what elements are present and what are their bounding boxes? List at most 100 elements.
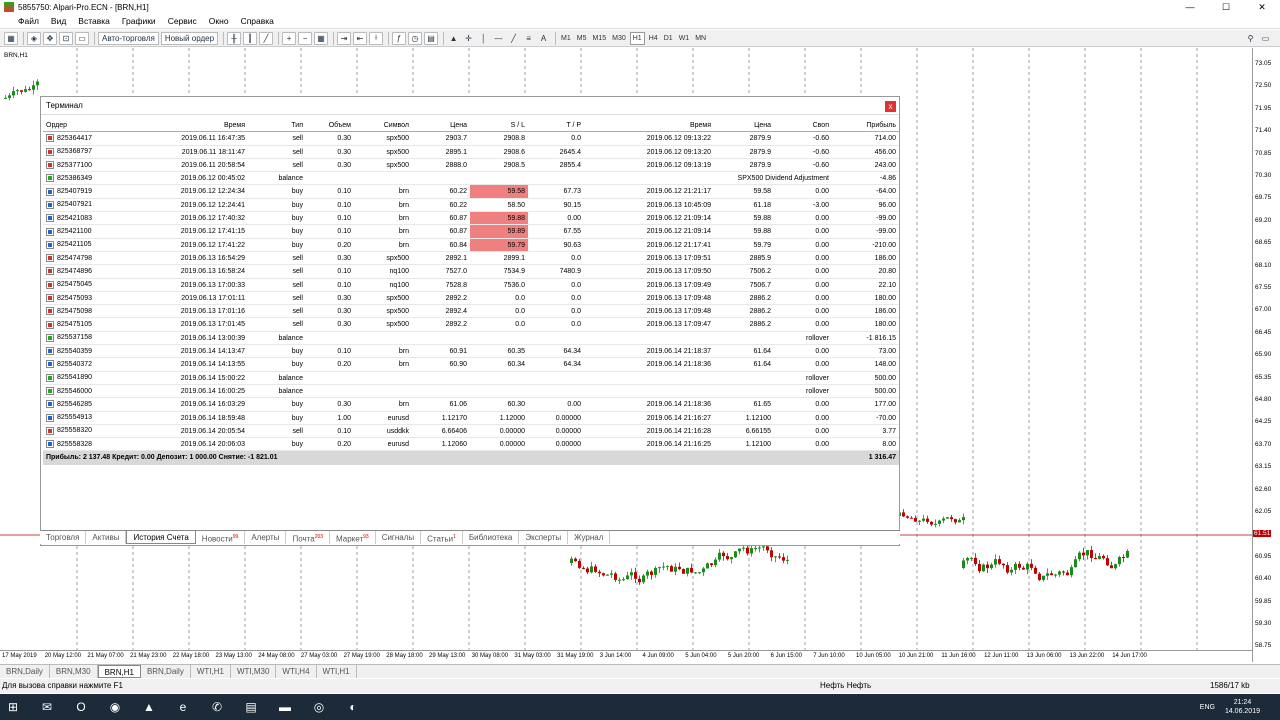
table-row[interactable]: 825558328 2019.06.14 20:06:03 buy 0.20 eurus… (43, 438, 899, 452)
col-sl[interactable]: S / L (470, 119, 528, 131)
tf-w1[interactable]: W1 (677, 32, 692, 45)
terminal-tab[interactable]: Маркет93 (330, 531, 376, 544)
col-swap[interactable]: Своп (774, 119, 832, 131)
chart-tab[interactable]: BRN,Daily (141, 665, 191, 678)
table-row[interactable]: 825474798 2019.06.13 16:54:29 sell 0.30 spx5… (43, 252, 899, 266)
col-profit[interactable]: Прибыль (832, 119, 899, 131)
lang-indicator[interactable]: ENG (1200, 704, 1215, 711)
windows-start-icon[interactable]: ⊞ (0, 694, 26, 720)
table-row[interactable]: 825386349 2019.06.12 00:45:02 balance SPX50… (43, 172, 899, 186)
cursor-icon[interactable]: ▲ (447, 32, 460, 45)
new-order-button[interactable]: Новый ордер (160, 31, 219, 45)
text-icon[interactable]: A (537, 32, 550, 45)
chart-tab[interactable]: BRN,M30 (50, 665, 98, 678)
browser-icon[interactable]: ◎ (306, 694, 332, 720)
terminal-close-button[interactable]: x (885, 101, 896, 112)
templates-icon[interactable]: ▤ (424, 31, 439, 45)
candle-chart-icon[interactable]: ┃ (243, 31, 258, 45)
col-symbol[interactable]: Символ (354, 119, 412, 131)
chart-tab[interactable]: WTI,H4 (276, 665, 317, 678)
table-row[interactable]: 825407919 2019.06.12 12:24:34 buy 0.10 brn 60… (43, 185, 899, 199)
table-row[interactable]: 825475093 2019.06.13 17:01:11 sell 0.30 spx5… (43, 292, 899, 306)
autotrading-button[interactable]: Авто-торговля (98, 31, 159, 45)
table-row[interactable]: 825475045 2019.06.13 17:00:33 sell 0.10 nq10… (43, 279, 899, 292)
maximize-button[interactable]: ☐ (1208, 0, 1244, 14)
edge-icon[interactable]: e (170, 694, 196, 720)
menu-tools[interactable]: Сервис (162, 16, 203, 26)
zoom-in-icon[interactable]: + (282, 31, 297, 45)
table-row[interactable]: 825364417 2019.06.11 16:47:35 sell 0.30 spx5… (43, 132, 899, 146)
clock[interactable]: 21:24 14.06.2019 (1225, 698, 1260, 716)
periods-icon[interactable]: ◷ (408, 31, 423, 45)
terminal-tab[interactable]: Библиотека (463, 531, 520, 544)
terminal-tab[interactable]: Торговля (40, 531, 87, 544)
table-row[interactable]: 825475105 2019.06.13 17:01:45 sell 0.30 spx5… (43, 318, 899, 332)
chrome-icon[interactable]: ◉ (102, 694, 128, 720)
terminal-tab[interactable]: История Счета (126, 531, 196, 544)
files-icon[interactable]: ▤ (238, 694, 264, 720)
hline-icon[interactable]: — (492, 32, 505, 45)
tf-m5[interactable]: M5 (575, 32, 589, 45)
line-chart-icon[interactable]: ╱ (259, 31, 274, 45)
col-tp[interactable]: T / P (528, 119, 584, 131)
menu-view[interactable]: Вид (45, 16, 72, 26)
search-icon[interactable]: ⚲ (1244, 32, 1257, 45)
table-row[interactable]: 825558320 2019.06.14 20:05:54 sell 0.10 usdd… (43, 425, 899, 439)
alpari-icon[interactable]: ◐ (340, 694, 366, 720)
menu-help[interactable]: Справка (235, 16, 280, 26)
opera-icon[interactable]: O (68, 694, 94, 720)
autoscroll-icon[interactable]: ⇥ (337, 31, 352, 45)
channel-icon[interactable]: ≡ (522, 32, 535, 45)
tf-m30[interactable]: M30 (610, 32, 628, 45)
chart-tab[interactable]: BRN,H1 (97, 665, 141, 678)
zoom-out-icon[interactable]: − (298, 31, 313, 45)
tf-m1[interactable]: M1 (559, 32, 573, 45)
trendline-icon[interactable]: ╱ (507, 32, 520, 45)
terminal-tab[interactable]: Новости99 (196, 531, 246, 544)
time-scale[interactable]: 17 May 2019 20 May 12:00 21 May 07:00 21 Ma… (0, 650, 1252, 662)
table-row[interactable]: 825407921 2019.06.12 12:24:41 buy 0.10 brn 60… (43, 199, 899, 213)
menu-charts[interactable]: Графики (116, 16, 162, 26)
chart-tab[interactable]: WTI,H1 (191, 665, 231, 678)
tf-m15[interactable]: M15 (591, 32, 609, 45)
terminal-tab[interactable]: Эксперты (519, 531, 569, 544)
table-row[interactable]: 825377100 2019.06.11 20:58:54 sell 0.30 spx5… (43, 159, 899, 173)
chart-tab[interactable]: WTI,M30 (231, 665, 277, 678)
table-row[interactable]: 825475098 2019.06.13 17:01:16 sell 0.30 spx5… (43, 305, 899, 319)
col-close-price[interactable]: Цена (714, 119, 774, 131)
status-profile[interactable]: Нефть Нефть (820, 679, 871, 693)
terminal-tab[interactable]: Активы (86, 531, 127, 544)
menu-window[interactable]: Окно (203, 16, 235, 26)
indicators-icon[interactable]: ƒ (392, 31, 407, 45)
chat-icon[interactable]: ▭ (1259, 32, 1272, 45)
photos-icon[interactable]: ▲ (136, 694, 162, 720)
chart-shift-icon[interactable]: ⇤ (353, 31, 368, 45)
tf-h1[interactable]: H1 (629, 31, 645, 45)
col-volume[interactable]: Объем (306, 119, 354, 131)
chart-tab[interactable]: BRN,Daily (0, 665, 50, 678)
table-row[interactable]: 825537158 2019.06.14 13:00:39 balance rollo… (43, 332, 899, 346)
new-chart-icon[interactable]: ▦ (4, 31, 18, 45)
tf-mn[interactable]: MN (693, 32, 708, 45)
tf-h4[interactable]: H4 (647, 32, 660, 45)
table-row[interactable]: 825368797 2019.06.11 18:11:47 sell 0.30 spx5… (43, 146, 899, 159)
terminal-tab[interactable]: Сигналы (376, 531, 422, 544)
terminal-tab[interactable]: Журнал (568, 531, 611, 544)
col-time[interactable]: Время (118, 119, 248, 131)
minimize-button[interactable]: — (1172, 0, 1208, 14)
table-row[interactable]: 825540359 2019.06.14 14:13:47 buy 0.10 brn 60… (43, 345, 899, 359)
viber-icon[interactable]: ✆ (204, 694, 230, 720)
menu-insert[interactable]: Вставка (72, 16, 116, 26)
table-row[interactable]: 825546285 2019.06.14 16:03:29 buy 0.30 brn 61… (43, 398, 899, 412)
col-type[interactable]: Тип (248, 119, 306, 131)
table-row[interactable]: 825421105 2019.06.12 17:41:22 buy 0.20 brn 60… (43, 238, 899, 252)
col-close-time[interactable]: Время (584, 119, 714, 131)
table-row[interactable]: 825474896 2019.06.13 16:58:24 sell 0.10 nq10… (43, 265, 899, 279)
terminal-tab[interactable]: Почта203 (286, 531, 331, 544)
table-row[interactable]: 825540372 2019.06.14 14:13:55 buy 0.20 brn 60… (43, 358, 899, 372)
period-sep-icon[interactable]: ⟊ (369, 31, 384, 45)
terminal-icon[interactable]: ▭ (75, 31, 89, 45)
terminal-tab[interactable]: Статьи1 (421, 531, 463, 544)
crosshair-icon[interactable]: ✛ (462, 32, 475, 45)
market-watch-icon[interactable]: ◈ (27, 31, 41, 45)
